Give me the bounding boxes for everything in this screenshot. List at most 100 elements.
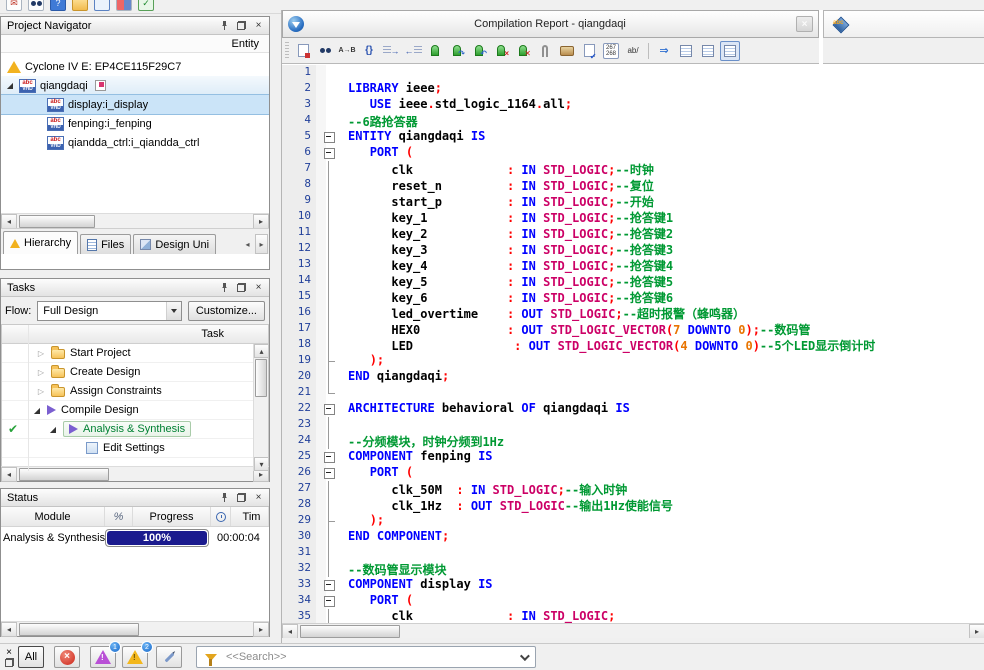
code-line[interactable]: 18 LED : OUT STD_LOGIC_VECTOR(4 DOWNTO 0… (282, 337, 984, 353)
chevron-down-icon[interactable] (520, 651, 530, 661)
compare-icon[interactable] (116, 0, 132, 11)
code-line[interactable]: 27 clk_50M : IN STD_LOGIC;--输入时钟 (282, 481, 984, 497)
customize-button[interactable]: Customize... (188, 301, 265, 321)
open-in-editor-icon[interactable] (293, 41, 313, 61)
task-column-header[interactable]: Task (2, 325, 268, 344)
scroll-thumb[interactable] (19, 623, 139, 636)
code-line[interactable]: 1 (282, 65, 984, 81)
scroll-up-icon[interactable]: ▴ (254, 344, 269, 358)
float-window-icon[interactable] (234, 19, 249, 33)
scroll-thumb[interactable] (255, 359, 267, 397)
flow-select[interactable]: Full Design (37, 301, 182, 321)
toggle-bookmark-icon[interactable] (425, 41, 445, 61)
comment-icon[interactable]: ab/ (623, 41, 643, 61)
find-icon[interactable] (315, 41, 335, 61)
task-row[interactable]: Edit Settings (2, 439, 268, 458)
tree-item-instance[interactable]: abcVHD fenping:i_fenping (1, 114, 269, 133)
code-line[interactable]: 3 USE ieee.std_logic_1164.all; (282, 97, 984, 113)
close-icon[interactable]: × (251, 19, 266, 33)
code-line[interactable]: 7 clk : IN STD_LOGIC;--时钟 (282, 161, 984, 177)
vhdl-editor-titlebar[interactable]: abc (823, 10, 984, 38)
next-bookmark-icon[interactable]: ↷ (447, 41, 467, 61)
toolbar-grip[interactable] (285, 42, 289, 60)
search-input[interactable] (224, 650, 513, 664)
fold-collapse-icon[interactable] (316, 465, 342, 481)
scroll-down-icon[interactable]: ▾ (254, 457, 269, 471)
column-time-icon[interactable] (211, 507, 231, 526)
tab-design-units[interactable]: Design Uni (133, 234, 216, 254)
expander-expanded-icon[interactable]: ◢ (48, 425, 58, 434)
scroll-left-icon[interactable]: ◂ (1, 214, 17, 229)
message-search-combo[interactable] (196, 646, 536, 668)
folder-icon[interactable] (72, 0, 88, 11)
scroll-left-icon[interactable]: ◂ (1, 467, 17, 482)
tab-scroll-right-icon[interactable]: ▸ (255, 234, 268, 254)
tree-item-root-entity[interactable]: ◢ abcVHD qiangdaqi (1, 76, 269, 95)
view-split-icon[interactable] (698, 41, 718, 61)
code-line[interactable]: 16 led_overtime : OUT STD_LOGIC;--超时报警（蜂… (282, 305, 984, 321)
tree-item-instance[interactable]: abcVHD qiandda_ctrl:i_qiandda_ctrl (1, 133, 269, 152)
code-line[interactable]: 17 HEX0 : OUT STD_LOGIC_VECTOR(7 DOWNTO … (282, 321, 984, 337)
column-module[interactable]: Module (1, 507, 105, 526)
scroll-right-icon[interactable]: ▸ (969, 624, 984, 639)
code-line[interactable]: 24--分频模块，时钟分频到1Hz (282, 433, 984, 449)
code-line[interactable]: 22ARCHITECTURE behavioral OF qiangdaqi I… (282, 401, 984, 417)
code-line[interactable]: 26 PORT ( (282, 465, 984, 481)
scroll-right-icon[interactable]: ▸ (253, 214, 269, 229)
task-row[interactable]: ▷ Assign Constraints (2, 382, 268, 401)
pin-icon[interactable] (217, 281, 232, 295)
expander-collapsed-icon[interactable]: ▷ (36, 368, 46, 377)
task-vscrollbar[interactable]: ▴ ▾ (253, 344, 268, 471)
scroll-left-icon[interactable]: ◂ (282, 624, 298, 639)
window-icon[interactable] (94, 0, 110, 11)
check-icon[interactable]: ✓ (138, 0, 154, 11)
report-icon[interactable]: ✉ (6, 0, 22, 11)
expander-expanded-icon[interactable]: ◢ (5, 81, 15, 90)
code-line[interactable]: 30END COMPONENT; (282, 529, 984, 545)
code-line[interactable]: 9 start_p : IN STD_LOGIC;--开始 (282, 193, 984, 209)
flag-messages-button[interactable] (156, 646, 182, 668)
tree-item-instance[interactable]: abcVHD display:i_display (1, 95, 269, 114)
fold-collapse-icon[interactable] (316, 145, 342, 161)
code-line[interactable]: 14 key_5 : IN STD_LOGIC;--抢答键5 (282, 273, 984, 289)
filter-all-button[interactable]: All (18, 646, 44, 668)
code-line[interactable]: 19 ); (282, 353, 984, 369)
attachment-icon[interactable] (535, 41, 555, 61)
code-line[interactable]: 31 (282, 545, 984, 561)
navigator-hscrollbar[interactable]: ◂ ▸ (1, 213, 269, 228)
code-line[interactable]: 2LIBRARY ieee; (282, 81, 984, 97)
task-row[interactable]: ▷ Create Design (2, 363, 268, 382)
code-line[interactable]: 8 reset_n : IN STD_LOGIC;--复位 (282, 177, 984, 193)
task-row[interactable]: ◢ Compile Design (2, 401, 268, 420)
pin-icon[interactable] (217, 19, 232, 33)
fold-collapse-icon[interactable] (316, 593, 342, 609)
task-row-analysis-synthesis[interactable]: ✔ ◢ Analysis & Synthesis (2, 420, 268, 439)
matching-delimiter-icon[interactable]: {} (359, 41, 379, 61)
code-line[interactable]: 25COMPONENT fenping IS (282, 449, 984, 465)
compilation-report-titlebar[interactable]: Compilation Report - qiangdaqi × (282, 10, 819, 38)
close-icon[interactable]: × (796, 16, 813, 32)
tasks-hscrollbar[interactable]: ◂ ▸ (1, 466, 269, 481)
scroll-left-icon[interactable]: ◂ (1, 622, 17, 637)
float-window-icon[interactable] (234, 491, 249, 505)
macro-icon[interactable] (557, 41, 577, 61)
status-hscrollbar[interactable]: ◂ ▸ (1, 621, 269, 636)
code-line[interactable]: 21 (282, 385, 984, 401)
code-line[interactable]: 32--数码管显示模块 (282, 561, 984, 577)
scroll-thumb[interactable] (300, 625, 400, 638)
expander-collapsed-icon[interactable]: ▷ (36, 349, 46, 358)
view-full-icon[interactable] (720, 41, 740, 61)
code-line[interactable]: 35 clk : IN STD_LOGIC; (282, 609, 984, 623)
scroll-thumb[interactable] (19, 468, 109, 481)
code-line[interactable]: 6 PORT ( (282, 145, 984, 161)
scroll-right-icon[interactable]: ▸ (253, 622, 269, 637)
expander-expanded-icon[interactable]: ◢ (32, 406, 42, 415)
close-icon[interactable]: × (6, 648, 12, 657)
filter-critical-warnings-button[interactable]: ! 1 (90, 646, 116, 668)
clear-all-bookmarks-icon[interactable]: ✕ (513, 41, 533, 61)
code-line[interactable]: 23 (282, 417, 984, 433)
code-line[interactable]: 5ENTITY qiangdaqi IS (282, 129, 984, 145)
indent-icon[interactable]: → (381, 41, 401, 61)
pin-icon[interactable] (217, 491, 232, 505)
clear-bookmark-icon[interactable]: × (491, 41, 511, 61)
